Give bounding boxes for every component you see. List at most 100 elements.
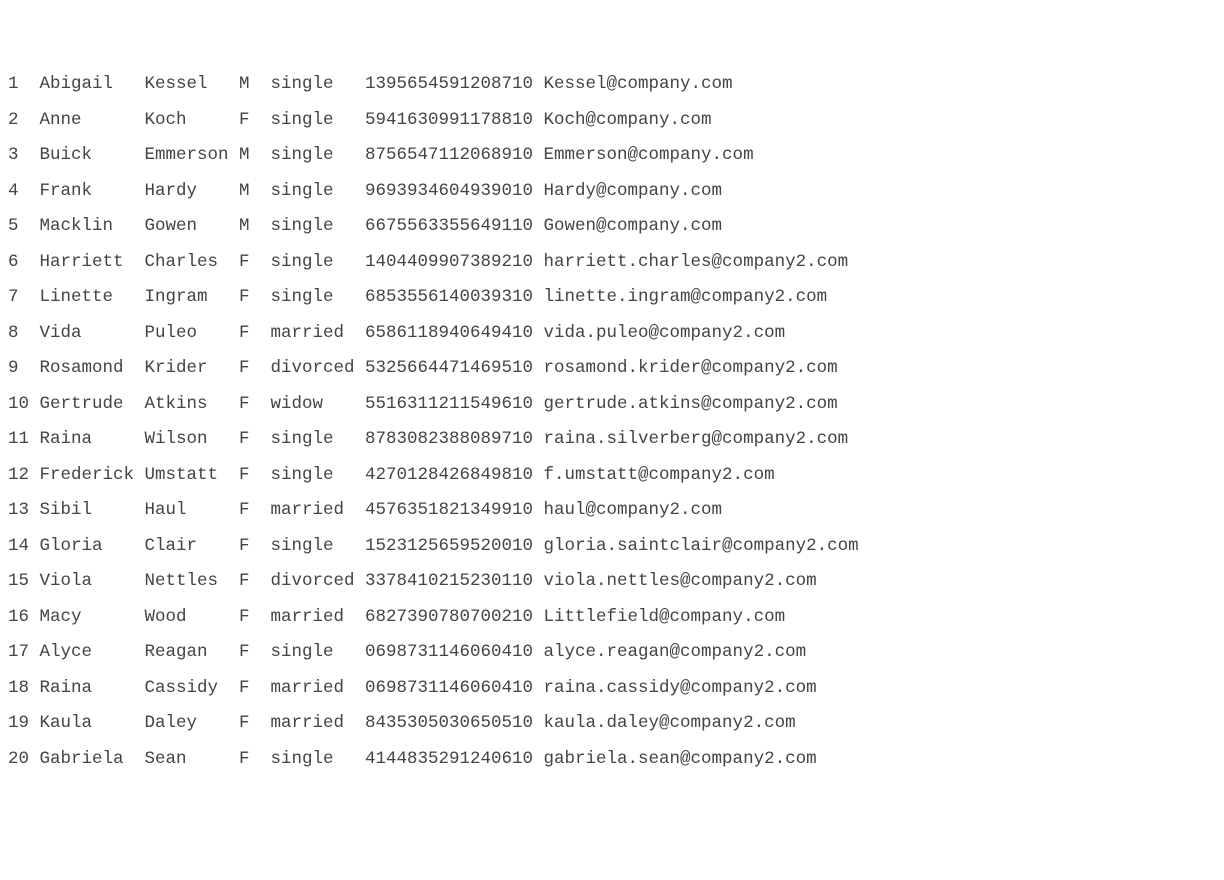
- row-index: 19: [8, 715, 40, 733]
- first-name: Linette: [40, 289, 145, 307]
- sex: F: [239, 360, 271, 378]
- last-name: Krider: [145, 360, 240, 378]
- email: raina.silverberg@company2.com: [544, 431, 1216, 449]
- sex: F: [239, 396, 271, 414]
- sex: F: [239, 325, 271, 343]
- marital-status: single: [271, 254, 366, 272]
- marital-status: widow: [271, 396, 366, 414]
- sex: M: [239, 76, 271, 94]
- sex: F: [239, 538, 271, 556]
- table-row: 17AlyceReaganFsingle0698731146060410alyc…: [8, 644, 1216, 662]
- last-name: Puleo: [145, 325, 240, 343]
- first-name: Rosamond: [40, 360, 145, 378]
- first-name: Macklin: [40, 218, 145, 236]
- email: vida.puleo@company2.com: [544, 325, 1216, 343]
- id-number: 5325664471469510: [365, 360, 544, 378]
- marital-status: single: [271, 538, 366, 556]
- table-row: 8VidaPuleoFmarried6586118940649410vida.p…: [8, 325, 1216, 343]
- row-index: 16: [8, 609, 40, 627]
- marital-status: single: [271, 644, 366, 662]
- table-row: 16MacyWoodFmarried6827390780700210Little…: [8, 609, 1216, 627]
- id-number: 5516311211549610: [365, 396, 544, 414]
- table-row: 19KaulaDaleyFmarried8435305030650510kaul…: [8, 715, 1216, 733]
- row-index: 4: [8, 183, 40, 201]
- table-row: 15ViolaNettlesFdivorced3378410215230110v…: [8, 573, 1216, 591]
- row-index: 12: [8, 467, 40, 485]
- sex: F: [239, 609, 271, 627]
- email: viola.nettles@company2.com: [544, 573, 1216, 591]
- first-name: Viola: [40, 573, 145, 591]
- last-name: Ingram: [145, 289, 240, 307]
- marital-status: divorced: [271, 360, 366, 378]
- table-row: 4FrankHardyMsingle9693934604939010Hardy@…: [8, 183, 1216, 201]
- email: gertrude.atkins@company2.com: [544, 396, 1216, 414]
- id-number: 6827390780700210: [365, 609, 544, 627]
- last-name: Emmerson: [145, 147, 240, 165]
- row-index: 14: [8, 538, 40, 556]
- last-name: Atkins: [145, 396, 240, 414]
- id-number: 9693934604939010: [365, 183, 544, 201]
- table-row: 9RosamondKriderFdivorced5325664471469510…: [8, 360, 1216, 378]
- table-row: 12FrederickUmstattFsingle427012842684981…: [8, 467, 1216, 485]
- marital-status: single: [271, 431, 366, 449]
- first-name: Anne: [40, 112, 145, 130]
- first-name: Abigail: [40, 76, 145, 94]
- table-row: 11RainaWilsonFsingle8783082388089710rain…: [8, 431, 1216, 449]
- sex: F: [239, 502, 271, 520]
- email: f.umstatt@company2.com: [544, 467, 1216, 485]
- first-name: Harriett: [40, 254, 145, 272]
- row-index: 2: [8, 112, 40, 130]
- table-row: 18RainaCassidyFmarried0698731146060410ra…: [8, 680, 1216, 698]
- email: Koch@company.com: [544, 112, 1216, 130]
- table-row: 7LinetteIngramFsingle6853556140039310lin…: [8, 289, 1216, 307]
- id-number: 5941630991178810: [365, 112, 544, 130]
- email: kaula.daley@company2.com: [544, 715, 1216, 733]
- email: harriett.charles@company2.com: [544, 254, 1216, 272]
- id-number: 8756547112068910: [365, 147, 544, 165]
- marital-status: divorced: [271, 573, 366, 591]
- sex: F: [239, 289, 271, 307]
- row-index: 17: [8, 644, 40, 662]
- last-name: Wood: [145, 609, 240, 627]
- email: Hardy@company.com: [544, 183, 1216, 201]
- id-number: 0698731146060410: [365, 644, 544, 662]
- sex: F: [239, 254, 271, 272]
- email: Littlefield@company.com: [544, 609, 1216, 627]
- email: Gowen@company.com: [544, 218, 1216, 236]
- first-name: Gertrude: [40, 396, 145, 414]
- first-name: Sibil: [40, 502, 145, 520]
- marital-status: single: [271, 183, 366, 201]
- id-number: 4144835291240610: [365, 751, 544, 769]
- id-number: 3378410215230110: [365, 573, 544, 591]
- table-row: 3BuickEmmersonMsingle8756547112068910Emm…: [8, 147, 1216, 165]
- table-row: 13SibilHaulFmarried4576351821349910haul@…: [8, 502, 1216, 520]
- row-index: 18: [8, 680, 40, 698]
- row-index: 10: [8, 396, 40, 414]
- marital-status: married: [271, 715, 366, 733]
- last-name: Cassidy: [145, 680, 240, 698]
- first-name: Buick: [40, 147, 145, 165]
- id-number: 0698731146060410: [365, 680, 544, 698]
- first-name: Macy: [40, 609, 145, 627]
- marital-status: single: [271, 76, 366, 94]
- last-name: Wilson: [145, 431, 240, 449]
- last-name: Charles: [145, 254, 240, 272]
- last-name: Sean: [145, 751, 240, 769]
- email: rosamond.krider@company2.com: [544, 360, 1216, 378]
- id-number: 1523125659520010: [365, 538, 544, 556]
- table-row: 14GloriaClairFsingle1523125659520010glor…: [8, 538, 1216, 556]
- row-index: 5: [8, 218, 40, 236]
- first-name: Frederick: [40, 467, 145, 485]
- last-name: Clair: [145, 538, 240, 556]
- first-name: Kaula: [40, 715, 145, 733]
- first-name: Gabriela: [40, 751, 145, 769]
- row-index: 8: [8, 325, 40, 343]
- email: alyce.reagan@company2.com: [544, 644, 1216, 662]
- marital-status: single: [271, 218, 366, 236]
- marital-status: married: [271, 680, 366, 698]
- row-index: 20: [8, 751, 40, 769]
- row-index: 9: [8, 360, 40, 378]
- sex: F: [239, 751, 271, 769]
- last-name: Haul: [145, 502, 240, 520]
- marital-status: single: [271, 289, 366, 307]
